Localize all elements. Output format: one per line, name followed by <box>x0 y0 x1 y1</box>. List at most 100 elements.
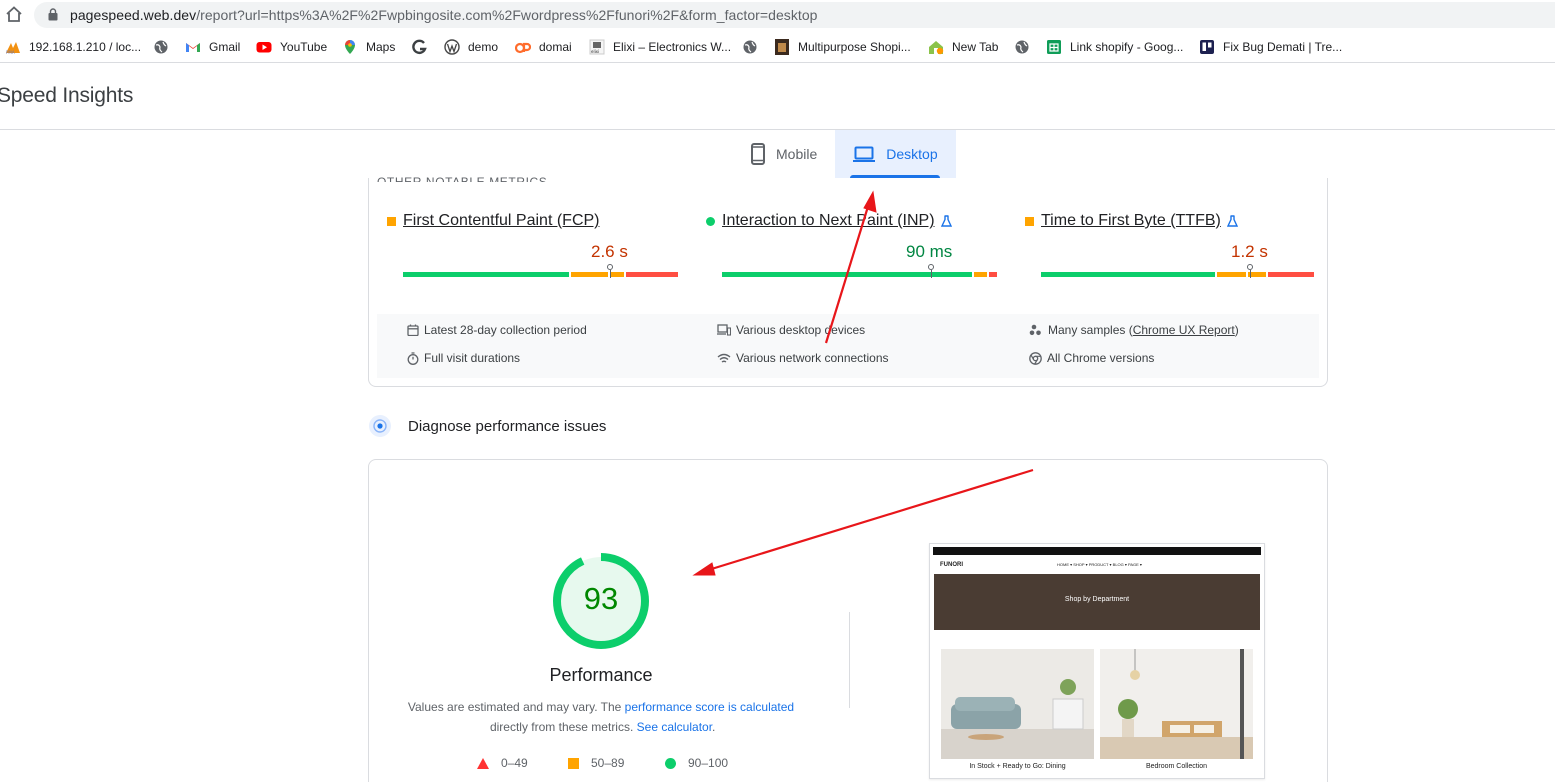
metric-fcp-link[interactable]: First Contentful Paint (FCP) <box>403 212 600 230</box>
see-calculator-link[interactable]: See calculator <box>637 720 712 734</box>
final-screenshot[interactable]: FUNORI HOME ▾ SHOP ▾ PRODUCT ▾ BLOG ▾ PAG… <box>929 543 1265 779</box>
thumb-room-image-2 <box>1100 649 1253 759</box>
bookmark-label: Gmail <box>209 40 241 54</box>
beaker-icon <box>1226 215 1238 227</box>
elixi-icon: elixi <box>589 39 605 55</box>
performance-label: Performance <box>549 665 653 685</box>
legend-fail: 0–49 <box>477 756 528 770</box>
url-host: pagespeed.web.dev <box>70 7 197 23</box>
chrome-ux-report-link[interactable]: Chrome UX Report <box>1133 323 1235 337</box>
bookmark-link-shopify[interactable]: Link shopify - Goog... <box>1046 38 1183 56</box>
url-path: /report?url=https%3A%2F%2Fwpbingosite.co… <box>196 7 818 23</box>
bookmark-new-tab[interactable]: New Tab <box>928 38 998 56</box>
average-square-icon <box>1025 216 1034 226</box>
good-circle-icon <box>706 216 715 226</box>
thumb-caption-1: In Stock + Ready to Go: Dining <box>969 763 1066 770</box>
info-samples-suffix: ) <box>1234 323 1239 337</box>
wifi-icon <box>717 353 731 363</box>
metric-fcp: First Contentful Paint (FCP) 2.6 s <box>387 212 678 278</box>
info-duration-text: Full visit durations <box>424 351 521 365</box>
desc-text-1: Values are estimated and may vary. The <box>407 700 625 714</box>
desc-text-2: directly from these metrics. <box>486 720 637 734</box>
bookmark-label: demo <box>468 40 499 54</box>
bookmark-multipurpose[interactable]: Multipurpose Shopi... <box>774 38 911 56</box>
bookmark-label: 192.168.1.210 / loc... <box>29 40 142 54</box>
site-title[interactable]: Speed Insights <box>0 84 133 108</box>
thumb-banner-text: Shop by Department <box>1064 596 1130 603</box>
phpmyadmin-icon: PMA <box>5 39 21 55</box>
trello-icon <box>1199 39 1215 55</box>
thumb-room-image-1 <box>941 649 1094 759</box>
bookmark-globe-2[interactable] <box>742 38 766 56</box>
g-logo-icon <box>412 39 428 55</box>
browser-address-bar: pagespeed.web.dev/report?url=https%3A%2F… <box>0 0 1555 31</box>
home-icon[interactable] <box>5 5 23 23</box>
maps-icon <box>342 39 358 55</box>
desc-text-3: . <box>712 720 716 734</box>
globe-icon <box>1014 39 1030 55</box>
info-period: Latest 28-day collection period <box>407 323 587 337</box>
samples-icon <box>1029 324 1041 336</box>
bookmark-maps[interactable]: Maps <box>342 38 395 56</box>
triangle-icon <box>477 757 489 769</box>
bookmark-label: Maps <box>366 40 396 54</box>
form-factor-tabs: Mobile Desktop <box>733 130 956 178</box>
metric-ttfb-link[interactable]: Time to First Byte (TTFB) <box>1041 212 1221 230</box>
bookmark-phpmyadmin[interactable]: PMA 192.168.1.210 / loc... <box>5 38 141 56</box>
tab-mobile[interactable]: Mobile <box>733 130 835 178</box>
performance-score: 93 <box>583 581 619 616</box>
field-data-info: Latest 28-day collection period Full vis… <box>377 314 1319 378</box>
bookmark-label: New Tab <box>952 40 999 54</box>
thumb-caption-2: Bedroom Collection <box>1145 763 1208 770</box>
bookmark-domai[interactable]: domai <box>515 38 572 56</box>
metric-marker <box>1247 264 1253 278</box>
lab-data-card: 93 Performance Values are estimated and … <box>368 459 1328 782</box>
thumb-nav: FUNORI HOME ▾ SHOP ▾ PRODUCT ▾ BLOG ▾ PAG… <box>940 562 1142 568</box>
google-sheets-icon <box>1046 39 1062 55</box>
devices-icon <box>717 324 731 336</box>
info-network: Various network connections <box>717 351 889 365</box>
globe-icon <box>742 39 758 55</box>
metric-inp: Interaction to Next Paint (INP) 90 ms <box>706 212 997 278</box>
average-square-icon <box>387 216 396 226</box>
distribution-bar <box>403 272 680 277</box>
bookmark-demo[interactable]: demo <box>444 38 498 56</box>
bookmark-globe[interactable] <box>153 38 177 56</box>
bookmark-label: Fix Bug Demati | Tre... <box>1223 40 1343 54</box>
svg-text:PMA: PMA <box>6 50 15 55</box>
legend-pass: 90–100 <box>665 756 728 770</box>
url-text: pagespeed.web.dev/report?url=https%3A%2F… <box>70 7 818 23</box>
bookmarks-bar: PMA 192.168.1.210 / loc... Gmail YouTube… <box>0 31 1555 63</box>
info-samples: Many samples (Chrome UX Report) <box>1029 323 1239 337</box>
legend-average: 50–89 <box>568 756 624 770</box>
tab-desktop-label: Desktop <box>886 146 938 162</box>
shop-thumbnail-icon <box>774 39 790 55</box>
info-versions-text: All Chrome versions <box>1047 351 1155 365</box>
bookmark-elixi[interactable]: elixi Elixi – Electronics W... <box>589 38 731 56</box>
metric-inp-value: 90 ms <box>906 242 953 261</box>
metric-inp-link[interactable]: Interaction to Next Paint (INP) <box>722 212 935 230</box>
metric-marker <box>607 264 613 278</box>
bookmark-g-logo[interactable] <box>412 38 436 56</box>
score-calculated-link[interactable]: performance score is calculated <box>625 700 794 714</box>
divider <box>849 612 850 708</box>
legend-range: 90–100 <box>688 756 729 770</box>
metric-ttfb: Time to First Byte (TTFB) 1.2 s <box>1025 212 1314 278</box>
lock-icon[interactable] <box>48 8 58 21</box>
laptop-icon <box>853 146 876 162</box>
metric-ttfb-value: 1.2 s <box>1231 242 1268 261</box>
bookmark-youtube[interactable]: YouTube <box>256 38 327 56</box>
square-icon <box>568 757 579 769</box>
distribution-bar <box>722 272 999 277</box>
thumb-brand: FUNORI <box>940 562 963 568</box>
url-field[interactable]: pagespeed.web.dev/report?url=https%3A%2F… <box>34 2 1555 28</box>
legend-range: 50–89 <box>591 756 625 770</box>
info-samples-prefix: Many samples ( <box>1048 323 1133 337</box>
bookmark-trello[interactable]: Fix Bug Demati | Tre... <box>1199 38 1342 56</box>
bookmark-gmail[interactable]: Gmail <box>185 38 240 56</box>
field-data-card: OTHER NOTABLE METRICS First Contentful P… <box>368 175 1328 387</box>
tab-desktop[interactable]: Desktop <box>835 130 956 178</box>
bookmark-globe-3[interactable] <box>1014 38 1038 56</box>
diagnose-title: Diagnose performance issues <box>408 418 607 435</box>
svg-text:elixi: elixi <box>591 49 599 54</box>
